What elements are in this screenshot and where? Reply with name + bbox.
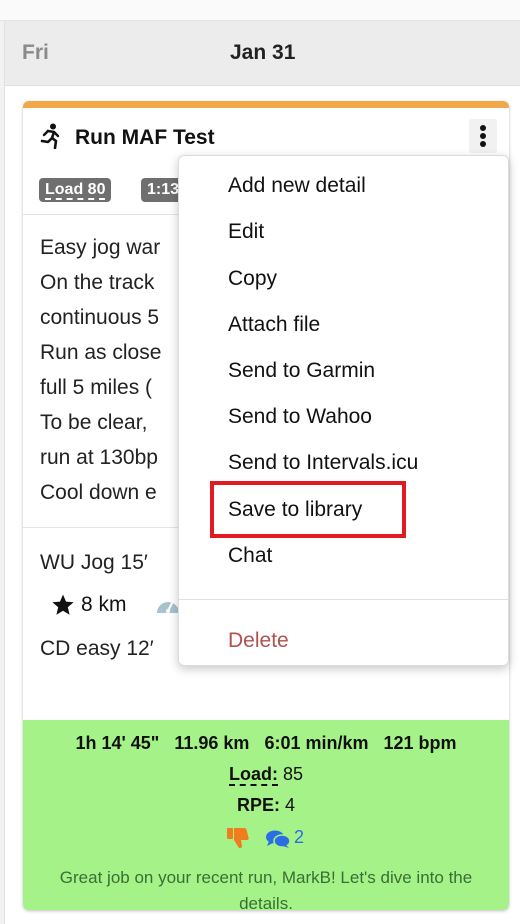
star-icon	[52, 594, 74, 615]
run-icon	[40, 123, 60, 149]
description-line: full 5 miles (	[40, 376, 153, 399]
description-line: continuous 5	[40, 306, 160, 329]
description-line: Easy jog war	[40, 236, 161, 259]
menu-item-edit[interactable]: Edit	[228, 220, 264, 244]
menu-item-delete[interactable]: Delete	[228, 629, 289, 653]
menu-item-chat[interactable]: Chat	[228, 544, 272, 568]
workout-title[interactable]: Run MAF Test	[75, 126, 215, 150]
summary-distance: 11.96 km	[174, 733, 250, 753]
card-accent-bar	[23, 101, 509, 108]
summary-pace: 6:01 min/km	[264, 733, 369, 753]
rpe-value: 4	[285, 795, 296, 815]
menu-item-send-to-garmin[interactable]: Send to Garmin	[228, 359, 375, 383]
summary-rpe: RPE: 4	[23, 795, 509, 816]
rpe-label: RPE:	[236, 795, 280, 815]
menu-item-copy[interactable]: Copy	[228, 267, 277, 291]
summary-stats-row: 1h 14' 45" 11.96 km 6:01 min/km 121 bpm	[23, 733, 509, 754]
chat-icon[interactable]	[265, 829, 291, 849]
description-line: run at 130bp	[40, 446, 158, 469]
load-value: 85	[282, 764, 304, 784]
thumbs-down-icon[interactable]	[226, 827, 250, 849]
day-header: Fri Jan 31	[5, 21, 520, 86]
day-name: Fri	[22, 41, 49, 64]
save-to-library-highlight	[210, 481, 406, 538]
menu-item-send-to-wahoo[interactable]: Send to Wahoo	[228, 405, 372, 429]
comment-count[interactable]: 2	[294, 827, 304, 848]
summary-heart-rate: 121 bpm	[383, 733, 457, 753]
context-menu: Add new detail Edit Copy Attach file Sen…	[178, 155, 509, 666]
menu-item-add-new-detail[interactable]: Add new detail	[228, 174, 366, 198]
summary-duration: 1h 14' 45"	[75, 733, 160, 753]
description-line: Run as close	[40, 341, 162, 364]
load-badge[interactable]: Load 80	[39, 178, 112, 202]
load-label[interactable]: Load:	[228, 764, 278, 786]
summary-load: Load: 85	[23, 764, 509, 786]
coach-message: Great job on your recent run, MarkB! Let…	[59, 868, 473, 910]
description-line: To be clear,	[40, 411, 148, 434]
kebab-menu-icon[interactable]	[469, 119, 497, 153]
distance-value: 8 km	[81, 593, 127, 616]
menu-separator	[179, 599, 508, 600]
menu-item-attach-file[interactable]: Attach file	[228, 313, 320, 337]
activity-summary[interactable]: 1h 14' 45" 11.96 km 6:01 min/km 121 bpm …	[23, 720, 509, 910]
description-line: On the track	[40, 271, 155, 294]
menu-item-send-to-intervals[interactable]: Send to Intervals.icu	[228, 451, 418, 475]
day-date: Jan 31	[230, 41, 296, 64]
description-line: Cool down e	[40, 481, 157, 504]
top-band	[0, 0, 520, 21]
warmup-step: WU Jog 15′	[40, 551, 148, 574]
cooldown-step: CD easy 12′	[40, 637, 154, 660]
